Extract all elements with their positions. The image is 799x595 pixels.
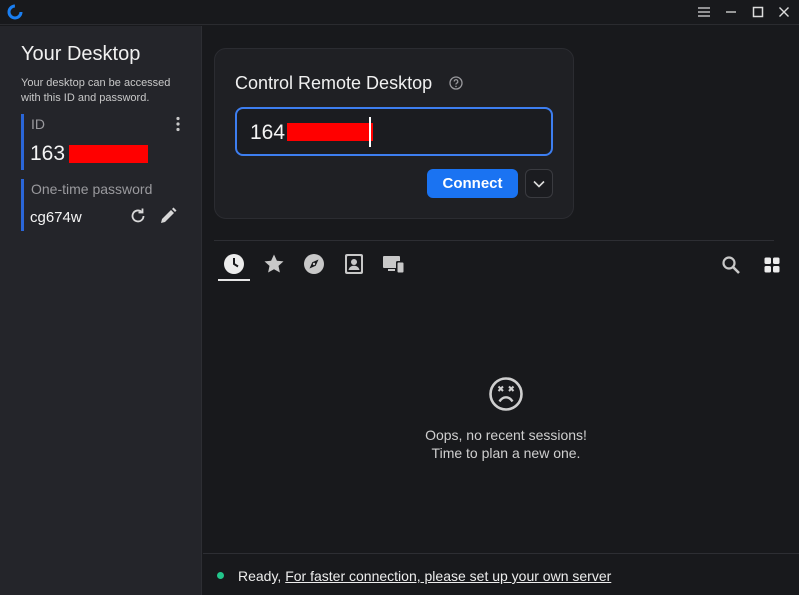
connect-button[interactable]: Connect [427, 169, 518, 198]
control-remote-title: Control Remote Desktop [235, 73, 433, 93]
remote-id-redaction [287, 123, 373, 141]
active-tab-indicator [218, 279, 250, 281]
password-label: One-time password [31, 181, 153, 197]
your-desktop-title: Your Desktop [21, 43, 141, 65]
id-section: ID 163 [21, 114, 191, 170]
lan-peers-tab[interactable] [382, 252, 406, 276]
password-value[interactable]: cg674w [30, 209, 82, 226]
grid-view-icon[interactable] [761, 254, 783, 276]
title-bar [0, 0, 799, 25]
empty-state-line-2: Time to plan a new one. [431, 445, 581, 461]
your-desktop-description: Your desktop can be accessed with this I… [21, 77, 171, 104]
status-ready-text: Ready, [238, 568, 282, 584]
address-book-tab[interactable] [342, 252, 366, 276]
devices-icon [383, 256, 405, 274]
control-remote-card: Control Remote Desktop 164 Connect [214, 48, 574, 219]
minimize-icon[interactable] [722, 3, 740, 21]
star-icon [264, 254, 284, 273]
clock-icon [224, 254, 244, 274]
favorites-tab[interactable] [262, 252, 286, 276]
status-bar: Ready, For faster connection, please set… [203, 553, 799, 595]
status-indicator [217, 572, 224, 579]
id-redaction [69, 145, 148, 163]
setup-server-link[interactable]: For faster connection, please set up you… [285, 568, 611, 584]
edit-password-icon[interactable] [158, 206, 178, 226]
remote-id-text: 164 [250, 121, 286, 144]
help-icon[interactable] [449, 76, 463, 90]
compass-icon [304, 254, 324, 274]
section-divider [214, 240, 774, 241]
app-logo-icon [7, 4, 23, 20]
maximize-icon[interactable] [749, 3, 767, 21]
connect-options-button[interactable] [525, 169, 553, 198]
status-message: Ready, For faster connection, please set… [238, 568, 611, 584]
refresh-password-icon[interactable] [129, 207, 147, 225]
discovered-tab[interactable] [302, 252, 326, 276]
hamburger-icon[interactable] [695, 3, 713, 21]
remote-id-input[interactable]: 164 [235, 107, 553, 156]
close-icon[interactable] [775, 3, 793, 21]
id-value[interactable]: 163 [30, 142, 65, 166]
your-desktop-panel: Your Desktop Your desktop can be accesse… [0, 26, 202, 595]
recent-sessions-tab[interactable] [222, 252, 246, 276]
empty-state-message: Oops, no recent sessions! Time to plan a… [392, 426, 620, 462]
more-options-icon[interactable] [175, 116, 181, 132]
empty-state-line-1: Oops, no recent sessions! [425, 427, 587, 443]
password-section: One-time password cg674w [21, 179, 191, 231]
chevron-down-icon [533, 180, 545, 188]
id-label: ID [31, 116, 45, 132]
sad-face-icon [489, 377, 523, 411]
text-caret [369, 117, 371, 147]
search-icon[interactable] [720, 254, 742, 276]
contact-icon [345, 254, 363, 274]
